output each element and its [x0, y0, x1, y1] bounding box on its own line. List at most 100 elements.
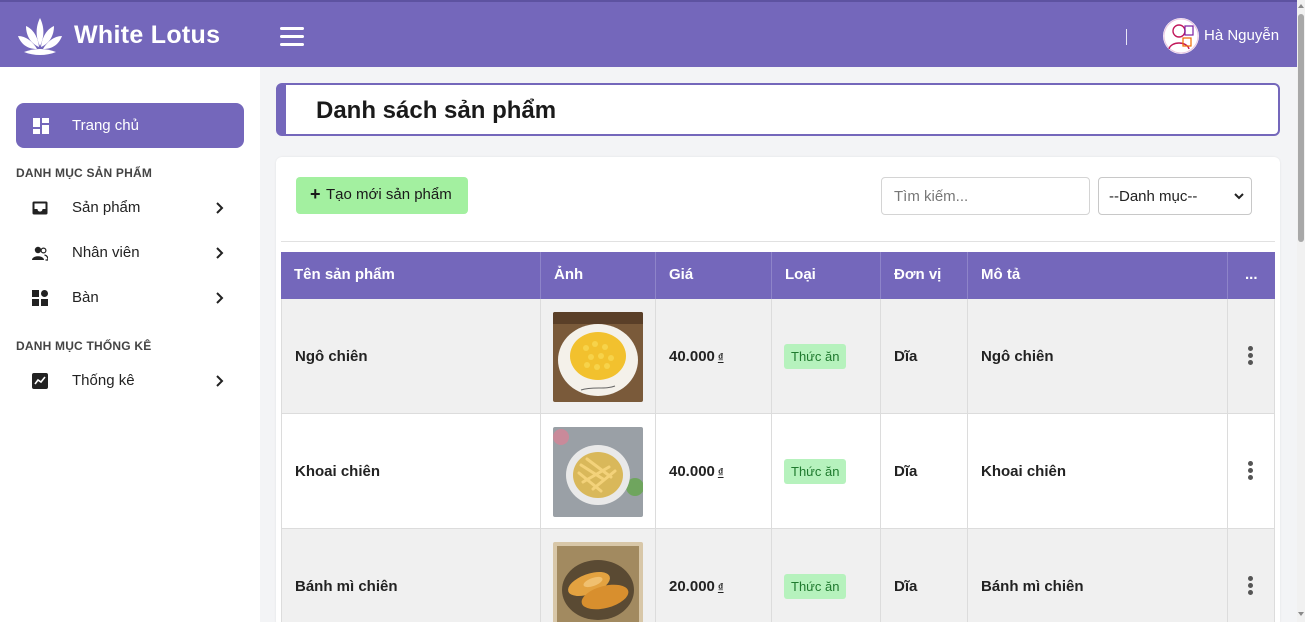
brand-name: White Lotus — [74, 21, 221, 49]
product-image — [553, 542, 643, 622]
product-name: Ngô chiên — [295, 348, 368, 365]
column-header-price[interactable]: Giá — [656, 252, 772, 299]
table-row[interactable]: Khoai chiên 40.000 ₫ Thức ăn Dĩa Khoai c… — [281, 414, 1275, 529]
column-header-image[interactable]: Ảnh — [541, 252, 656, 299]
currency-symbol: ₫ — [717, 352, 724, 364]
scroll-up-arrow-icon[interactable] — [1298, 4, 1304, 8]
username[interactable]: Hà Nguyễn — [1204, 27, 1279, 44]
chart-icon — [32, 373, 48, 389]
users-icon — [32, 246, 48, 261]
section-title-statistics: DANH MỤC THỐNG KÊ — [16, 339, 152, 353]
column-header-label: Giá — [669, 266, 694, 283]
section-title-products: DANH MỤC SẢN PHẨM — [16, 166, 153, 180]
more-options-icon[interactable] — [1248, 461, 1254, 481]
cell-name: Bánh mì chiên — [282, 529, 541, 622]
sidebar-item-label: Nhân viên — [72, 244, 140, 261]
chevron-right-icon — [216, 292, 224, 304]
plus-icon: + — [310, 184, 321, 204]
chevron-right-icon — [216, 247, 224, 259]
cell-unit: Dĩa — [881, 414, 968, 529]
more-options-icon[interactable] — [1248, 346, 1254, 366]
price-value: 40.000 — [669, 463, 715, 480]
product-price: 20.000 ₫ — [669, 578, 724, 595]
lotus-logo-icon — [18, 18, 62, 55]
page-title: Danh sách sản phẩm — [316, 97, 557, 124]
column-header-unit[interactable]: Đơn vị — [881, 252, 968, 299]
product-price: 40.000 ₫ — [669, 348, 724, 365]
page-scrollbar[interactable] — [1297, 0, 1305, 622]
category-select-value: --Danh mục-- — [1109, 188, 1198, 205]
sidebar: Trang chủ DANH MỤC SẢN PHẨM Sản phẩm Nhâ… — [0, 67, 260, 622]
cell-type: Thức ăn — [772, 414, 881, 529]
menu-toggle-icon[interactable] — [280, 27, 304, 47]
sidebar-item-tables[interactable]: Bàn — [16, 280, 244, 316]
create-product-button[interactable]: + Tạo mới sản phẩm — [296, 177, 468, 214]
column-header-label: Tên sản phẩm — [294, 266, 395, 283]
currency-symbol: ₫ — [717, 467, 724, 479]
cell-unit: Dĩa — [881, 529, 968, 622]
price-value: 20.000 — [669, 578, 715, 595]
type-badge: Thức ăn — [784, 459, 847, 484]
cell-image — [541, 529, 656, 622]
chevron-right-icon — [216, 202, 224, 214]
sidebar-item-home[interactable]: Trang chủ — [16, 103, 244, 148]
search-input[interactable] — [881, 177, 1090, 215]
cell-unit: Dĩa — [881, 299, 968, 414]
avatar[interactable] — [1163, 18, 1199, 54]
chevron-down-icon — [1234, 193, 1244, 200]
cell-image — [541, 414, 656, 529]
page-title-card: Danh sách sản phẩm — [276, 83, 1280, 136]
inbox-icon — [32, 201, 48, 215]
sidebar-item-label: Bàn — [72, 289, 99, 306]
product-image — [553, 427, 643, 517]
cell-name: Ngô chiên — [282, 299, 541, 414]
sidebar-item-statistics[interactable]: Thống kê — [16, 363, 244, 399]
sidebar-item-label: Trang chủ — [72, 117, 139, 134]
table-header: Tên sản phẩm Ảnh Giá Loại Đơn vị Mô tả .… — [281, 252, 1275, 299]
grid-icon — [32, 290, 48, 306]
sidebar-item-employees[interactable]: Nhân viên — [16, 235, 244, 271]
cell-description: Bánh mì chiên — [968, 529, 1228, 622]
sidebar-item-products[interactable]: Sản phẩm — [16, 190, 244, 226]
sidebar-item-label: Sản phẩm — [72, 199, 141, 216]
cell-price: 20.000 ₫ — [656, 529, 772, 622]
user-avatar-icon — [1163, 18, 1199, 54]
cell-actions — [1228, 414, 1275, 529]
cell-image — [541, 299, 656, 414]
cell-name: Khoai chiên — [282, 414, 541, 529]
column-header-label: Mô tả — [981, 266, 1021, 283]
product-unit: Dĩa — [894, 348, 918, 365]
price-value: 40.000 — [669, 348, 715, 365]
header-divider — [1126, 29, 1127, 45]
column-header-name[interactable]: Tên sản phẩm — [281, 252, 541, 299]
table-row[interactable]: Ngô chiên 40.000 ₫ Thức ăn Dĩa Ngô chiên — [281, 299, 1275, 414]
dashboard-icon — [33, 118, 49, 134]
column-header-label: Ảnh — [554, 266, 584, 283]
product-name: Khoai chiên — [295, 463, 381, 480]
product-description: Khoai chiên — [981, 463, 1067, 480]
cell-price: 40.000 ₫ — [656, 299, 772, 414]
product-list-card: + Tạo mới sản phẩm --Danh mục-- Tên sản … — [276, 157, 1280, 622]
column-header-description[interactable]: Mô tả — [968, 252, 1228, 299]
cell-description: Khoai chiên — [968, 414, 1228, 529]
cell-type: Thức ăn — [772, 529, 881, 622]
more-options-icon[interactable] — [1248, 576, 1254, 596]
product-name: Bánh mì chiên — [295, 578, 398, 595]
category-select[interactable]: --Danh mục-- — [1098, 177, 1252, 215]
cell-actions — [1228, 529, 1275, 622]
cell-type: Thức ăn — [772, 299, 881, 414]
column-header-label: ... — [1245, 266, 1258, 283]
scroll-down-arrow-icon[interactable] — [1298, 612, 1304, 616]
product-description: Bánh mì chiên — [981, 578, 1084, 595]
scroll-thumb[interactable] — [1298, 14, 1304, 242]
type-badge: Thức ăn — [784, 574, 847, 599]
cell-actions — [1228, 299, 1275, 414]
sidebar-item-label: Thống kê — [72, 372, 135, 389]
chevron-right-icon — [216, 375, 224, 387]
column-header-label: Loại — [785, 266, 816, 283]
product-unit: Dĩa — [894, 578, 918, 595]
cell-description: Ngô chiên — [968, 299, 1228, 414]
product-description: Ngô chiên — [981, 348, 1054, 365]
column-header-type[interactable]: Loại — [772, 252, 881, 299]
table-row[interactable]: Bánh mì chiên 20.000 ₫ Thức ăn Dĩa Bánh m… — [281, 529, 1275, 622]
